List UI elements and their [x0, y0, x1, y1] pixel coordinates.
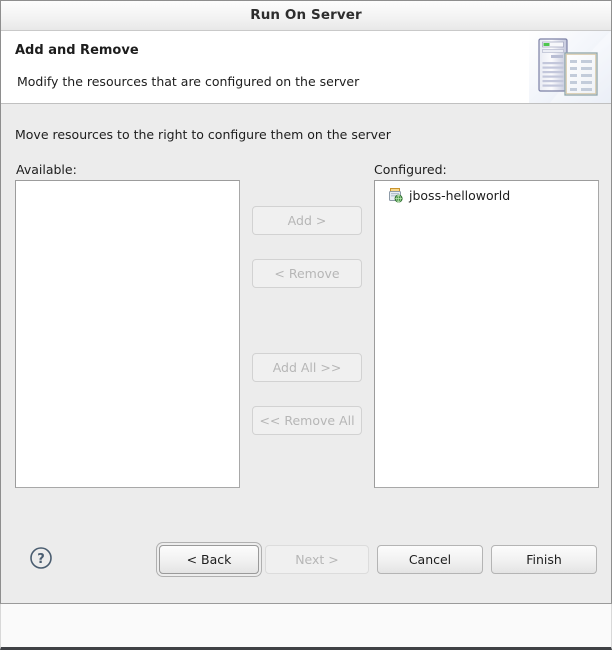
back-button[interactable]: < Back [159, 545, 259, 574]
instruction-text: Move resources to the right to configure… [15, 127, 391, 142]
next-button[interactable]: Next > [265, 545, 369, 574]
svg-text:?: ? [37, 552, 45, 567]
cancel-button[interactable]: Cancel [377, 545, 483, 574]
available-resources-list[interactable] [15, 180, 240, 488]
page-description: Modify the resources that are configured… [17, 74, 360, 89]
dialog-body: Move resources to the right to configure… [1, 104, 611, 602]
run-on-server-dialog: Run On Server Add and Remove Modify the … [0, 0, 612, 604]
dialog-footer: ? < Back Next > Cancel Finish [1, 529, 611, 602]
remove-all-button[interactable]: << Remove All [252, 406, 362, 435]
finish-button[interactable]: Finish [491, 545, 597, 574]
add-button[interactable]: Add > [252, 206, 362, 235]
dialog-title: Run On Server [250, 7, 362, 23]
wizard-header: Add and Remove Modify the resources that… [1, 31, 611, 104]
configured-resources-list[interactable]: jboss-helloworld [374, 180, 599, 488]
help-question-mark-icon[interactable]: ? [29, 546, 53, 570]
server-and-document-icon [529, 31, 611, 103]
dialog-titlebar: Run On Server [1, 0, 611, 31]
list-item-label: jboss-helloworld [409, 187, 511, 203]
background-area [0, 604, 612, 650]
page-title: Add and Remove [15, 43, 139, 58]
add-all-button[interactable]: Add All >> [252, 353, 362, 382]
remove-button[interactable]: < Remove [252, 259, 362, 288]
configured-label: Configured: [374, 162, 447, 177]
list-item[interactable]: jboss-helloworld [375, 181, 598, 203]
deployed-module-icon [387, 187, 403, 203]
available-label: Available: [16, 162, 77, 177]
